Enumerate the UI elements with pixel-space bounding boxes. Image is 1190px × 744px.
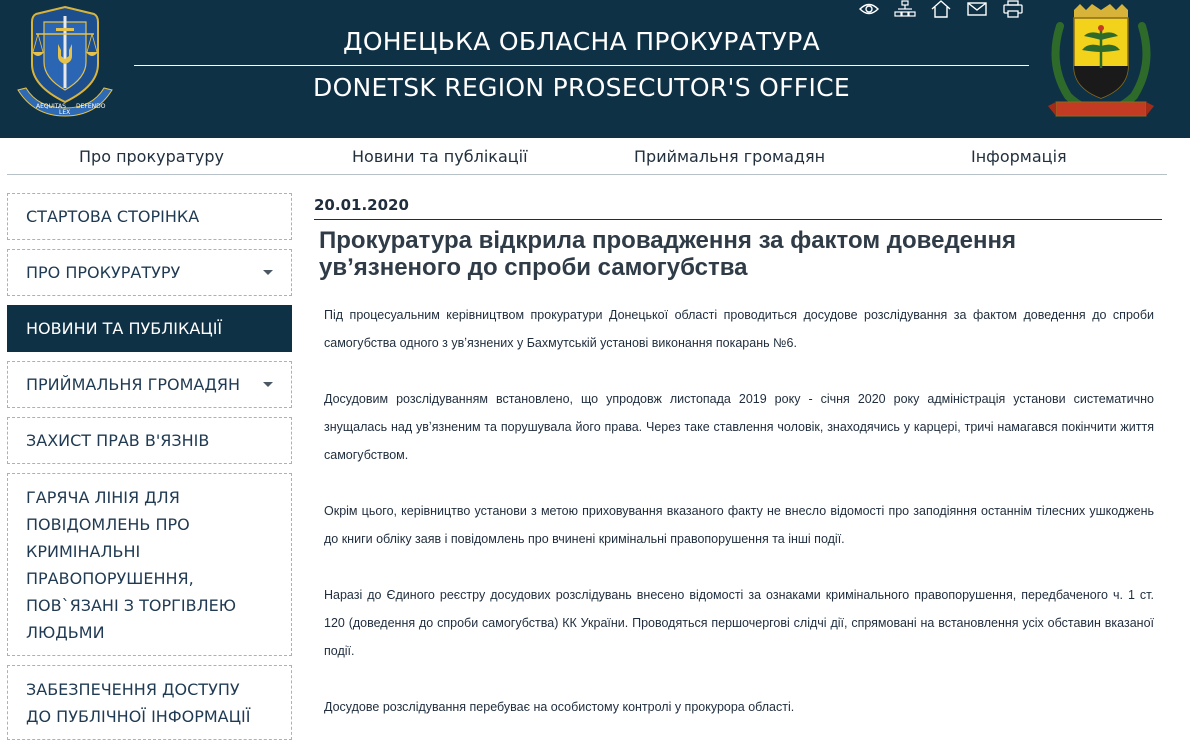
site-title-en[interactable]: DONETSK REGION PROSECUTOR'S OFFICE bbox=[134, 73, 1029, 102]
sidebar-item-reception[interactable]: ПРИЙМАЛЬНЯ ГРОМАДЯН bbox=[7, 361, 292, 408]
date-divider bbox=[314, 219, 1162, 220]
article-paragraph: Досудове розслідування перебуває на особ… bbox=[324, 700, 795, 714]
article-paragraph: Під процесуальним керівництвом прокурату… bbox=[324, 308, 1154, 350]
topnav-item-reception[interactable]: Приймальня громадян bbox=[634, 147, 825, 166]
topnav-item-news[interactable]: Новини та публікації bbox=[352, 147, 528, 166]
sidebar-item-prisoner-rights[interactable]: ЗАХИСТ ПРАВ В'ЯЗНІВ bbox=[7, 417, 292, 464]
sidebar-item-label: ЗАХИСТ ПРАВ В'ЯЗНІВ bbox=[26, 431, 210, 450]
region-coat-of-arms-icon[interactable] bbox=[1046, 4, 1156, 122]
article-title: Прокуратура відкрила провадження за факт… bbox=[319, 227, 1017, 281]
topnav-item-information[interactable]: Інформація bbox=[971, 147, 1067, 166]
article-date: 20.01.2020 bbox=[314, 196, 409, 214]
sidebar-item-public-information[interactable]: ЗАБЕЗПЕЧЕННЯ ДОСТУПУ ДО ПУБЛІЧНОЇ ІНФОРМ… bbox=[7, 665, 292, 740]
title-divider bbox=[134, 65, 1029, 66]
sidebar-item-trafficking-hotline[interactable]: ГАРЯЧА ЛІНІЯ ДЛЯ ПОВІДОМЛЕНЬ ПРО КРИМІНА… bbox=[7, 473, 292, 656]
topnav-item-about[interactable]: Про прокуратуру bbox=[79, 147, 224, 166]
prosecutor-emblem-icon[interactable]: AEQUITAS LEX DEFENDO bbox=[14, 4, 116, 120]
sidebar-item-news[interactable]: НОВИНИ ТА ПУБЛІКАЦІЇ bbox=[7, 305, 292, 352]
sidebar-item-label: НОВИНИ ТА ПУБЛІКАЦІЇ bbox=[26, 319, 223, 338]
sitemap-icon[interactable] bbox=[894, 0, 916, 18]
motto-word: LEX bbox=[59, 109, 70, 116]
mail-icon[interactable] bbox=[966, 0, 988, 18]
article-paragraph: Наразі до Єдиного реєстру досудових розс… bbox=[324, 588, 1154, 658]
article-paragraph: Досудовим розслідуванням встановлено, що… bbox=[324, 392, 1154, 462]
sidebar-item-label: СТАРТОВА СТОРІНКА bbox=[26, 207, 200, 226]
eye-icon[interactable] bbox=[858, 0, 880, 18]
sidebar-item-label: ПРИЙМАЛЬНЯ ГРОМАДЯН bbox=[26, 375, 241, 394]
home-icon[interactable] bbox=[930, 0, 952, 18]
sidebar-item-label: ПРО ПРОКУРАТУРУ bbox=[26, 263, 181, 282]
print-icon[interactable] bbox=[1002, 0, 1024, 18]
chevron-down-icon[interactable] bbox=[263, 270, 273, 275]
site-title-ua[interactable]: ДОНЕЦЬКА ОБЛАСНА ПРОКУРАТУРА bbox=[134, 27, 1029, 56]
sidebar-item-label: ГАРЯЧА ЛІНІЯ ДЛЯ ПОВІДОМЛЕНЬ ПРО КРИМІНА… bbox=[26, 488, 236, 642]
motto-word: DEFENDO bbox=[76, 103, 106, 110]
sidebar-item-about[interactable]: ПРО ПРОКУРАТУРУ bbox=[7, 249, 292, 296]
article-paragraph: Окрім цього, керівництво установи з мето… bbox=[324, 504, 1154, 546]
site-header: AEQUITAS LEX DEFENDO ДОНЕЦЬКА ОБЛАСНА ПР… bbox=[0, 0, 1190, 138]
header-toolbar bbox=[856, 0, 1032, 20]
sidebar-item-label: ЗАБЕЗПЕЧЕННЯ ДОСТУПУ ДО ПУБЛІЧНОЇ ІНФОРМ… bbox=[26, 680, 251, 726]
chevron-down-icon[interactable] bbox=[263, 382, 273, 387]
sidebar-item-home[interactable]: СТАРТОВА СТОРІНКА bbox=[7, 193, 292, 240]
top-navigation: Про прокуратуру Новини та публікації При… bbox=[7, 138, 1167, 175]
